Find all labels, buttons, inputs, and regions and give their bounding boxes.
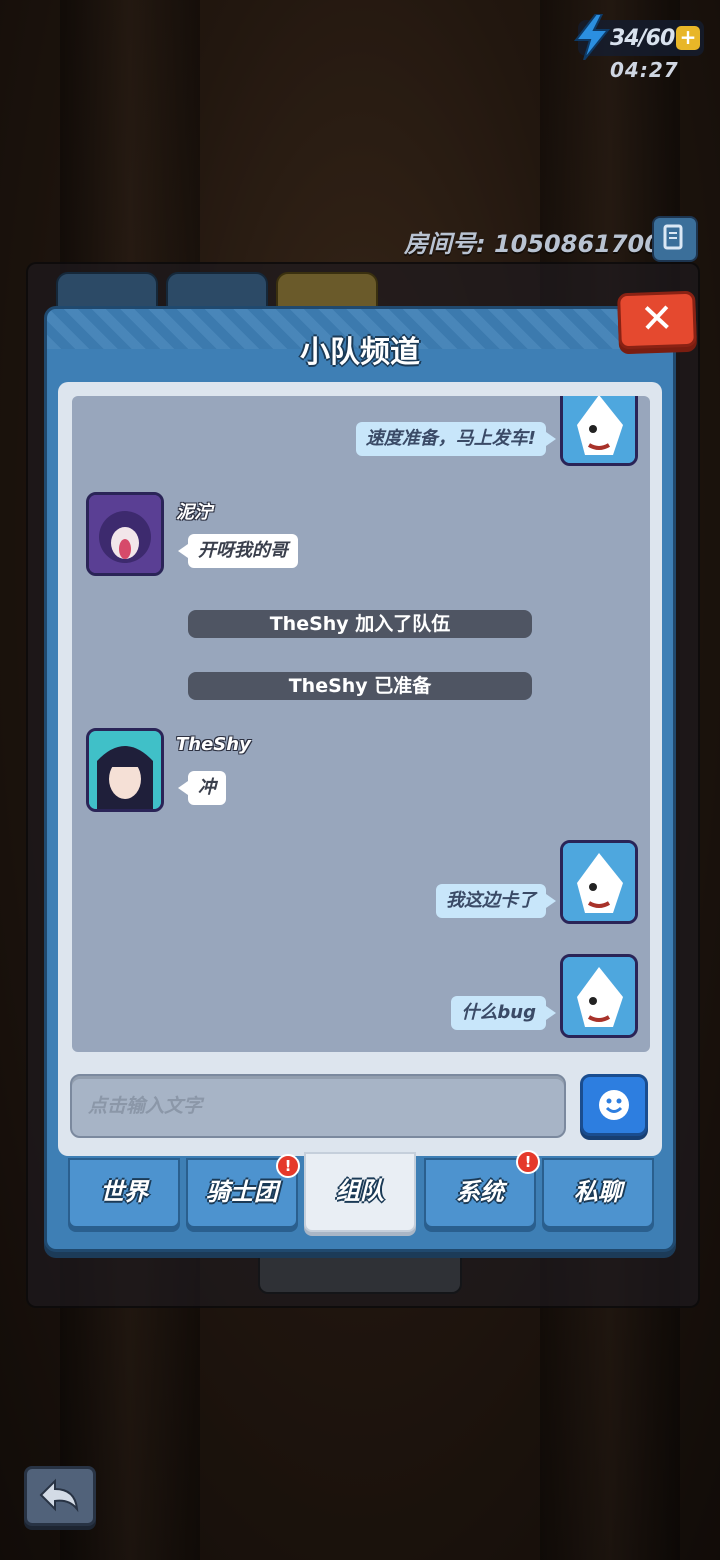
self-avatar[interactable]	[560, 396, 638, 466]
self-avatar[interactable]	[560, 840, 638, 924]
chat-input-box[interactable]	[70, 1074, 566, 1138]
tab-world[interactable]: 世界	[68, 1158, 180, 1228]
energy-value: 34/60	[610, 26, 675, 51]
player-avatar-theshy[interactable]	[86, 728, 164, 812]
emoji-button[interactable]	[580, 1074, 648, 1136]
plus-icon[interactable]: +	[676, 26, 700, 50]
self-avatar[interactable]	[560, 954, 638, 1038]
player-name: TheShy	[176, 734, 251, 755]
back-arrow-icon	[39, 1478, 79, 1513]
bubble-tail	[178, 781, 188, 795]
close-button[interactable]: ✕	[617, 290, 697, 350]
chat-bubble-self: 速度准备，马上发车!	[355, 422, 546, 456]
emoji-icon	[599, 1090, 629, 1120]
chat-input[interactable]	[72, 1076, 564, 1136]
bubble-tail	[546, 894, 556, 908]
chat-bubble-self: 我这边卡了	[436, 884, 546, 918]
close-icon: ✕	[639, 295, 675, 343]
system-message: TheShy 已准备	[188, 672, 532, 700]
room-number: 房间号: 1050861700	[404, 230, 661, 258]
energy-counter: 34/60 +	[573, 14, 704, 60]
tab-label: 世界	[100, 1178, 148, 1206]
tab-private[interactable]: 私聊	[542, 1158, 654, 1228]
copy-icon[interactable]	[652, 216, 698, 262]
dialog-title: 小队频道	[300, 335, 420, 370]
bubble-tail	[546, 432, 556, 446]
tab-team[interactable]: 组队	[304, 1152, 416, 1232]
tab-label: 骑士团	[206, 1178, 278, 1206]
tab-label: 私聊	[574, 1178, 622, 1206]
chat-bubble-other: 开呀我的哥	[188, 534, 298, 568]
bubble-tail	[178, 544, 188, 558]
chat-bubble-other: 冲	[188, 771, 226, 805]
chat-message-list[interactable]: 速度准备，马上发车! 泥泞 开呀我的哥 TheShy 加入了队伍 TheShy …	[72, 396, 650, 1052]
chat-bubble-self: 什么bug	[451, 996, 546, 1030]
tab-system[interactable]: 系统 !	[424, 1150, 540, 1228]
back-button[interactable]	[24, 1466, 96, 1526]
player-avatar-niping[interactable]	[86, 492, 164, 576]
bubble-tail	[546, 1006, 556, 1020]
energy-timer: 04:27	[610, 58, 679, 82]
energy-bolt-icon	[573, 14, 611, 60]
tab-label: 组队	[336, 1177, 384, 1205]
tab-label: 系统	[456, 1178, 504, 1206]
team-start-bar	[258, 1250, 462, 1294]
alert-badge: !	[516, 1150, 540, 1174]
tab-knights[interactable]: 骑士团 !	[186, 1154, 300, 1228]
alert-badge: !	[276, 1154, 300, 1178]
player-name: 泥泞	[176, 502, 212, 523]
system-message: TheShy 加入了队伍	[188, 610, 532, 638]
